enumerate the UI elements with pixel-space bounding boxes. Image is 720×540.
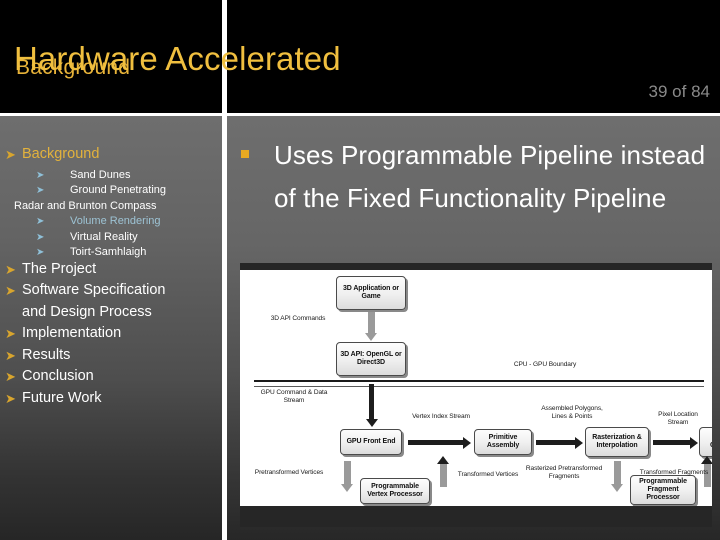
label-3d-api-commands: 3D API Commands [270, 315, 326, 322]
arrow-api-to-frontend [365, 384, 378, 427]
sidebar-item-label: Sand Dunes [70, 168, 131, 181]
sidebar-item-sand-dunes[interactable]: ➤ Sand Dunes [0, 168, 222, 183]
cpu-gpu-boundary-line [254, 380, 704, 387]
label-vertex-index-stream: Vertex Index Stream [412, 413, 470, 420]
arrow-into-fragment-processor [610, 461, 623, 492]
chevron-right-gold-icon: ➤ [5, 326, 16, 341]
chevron-right-gold-icon: ➤ [5, 390, 16, 406]
sidebar-item-label: Volume Rendering [70, 215, 161, 227]
sidebar-item-the-project[interactable]: ➤ The Project [0, 261, 222, 279]
node-programmable-fragment-processor: Programmable Fragment Processor [630, 475, 696, 505]
arrow-into-vertex-processor [340, 461, 353, 492]
sidebar-item-label: Background [22, 146, 100, 162]
sidebar-item-label: Software Specification [22, 282, 166, 298]
node-3d-api: 3D API: OpenGL or Direct3D [336, 342, 406, 376]
node-gpu-front-end: GPU Front End [340, 429, 402, 455]
label-pretransformed-vertices: Pretransformed Vertices [254, 469, 324, 476]
sidebar-item-radar-and-brunton-compass: Radar and Brunton Compass [0, 199, 222, 214]
node-programmable-vertex-processor: Programmable Vertex Processor [360, 478, 430, 504]
square-bullet-icon [241, 150, 249, 158]
sidebar-item-label: Future Work [22, 389, 102, 406]
slide-title: Hardware Accelerated [14, 40, 341, 77]
sidebar-item-implementation[interactable]: ➤ Implementation [0, 325, 222, 343]
figure-bottom-band [240, 506, 712, 527]
arrow-out-of-vertex-processor [436, 456, 449, 487]
chevron-right-blue-icon: ➤ [36, 247, 45, 258]
sidebar-item-label: Results [22, 346, 71, 363]
sidebar-item-ground-penetrating[interactable]: ➤ Ground Penetrating [0, 183, 222, 198]
chevron-right-gold-icon: ➤ [5, 283, 16, 298]
sidebar-item-software-specification[interactable]: ➤ Software Specification [0, 282, 222, 300]
gpu-pipeline-diagram-image: 3D Application or Game 3D API Commands 3… [240, 263, 712, 527]
sidebar-item-label: Radar and Brunton Compass [14, 199, 157, 212]
slide-body: Uses Programmable Pipeline instead of th… [227, 116, 720, 540]
sidebar-item-toirt-samhlaigh[interactable]: ➤ Toirt-Samhlaigh [0, 245, 222, 260]
sidebar-item-label: Toirt-Samhlaigh [70, 246, 147, 258]
sidebar-item-virtual-reality[interactable]: ➤ Virtual Reality [0, 230, 222, 245]
label-rasterized-fragments: Rasterized Pretransformed Fragments [525, 465, 603, 480]
label-cpu-gpu-boundary: CPU - GPU Boundary [513, 361, 577, 368]
chevron-right-blue-icon: ➤ [36, 216, 45, 227]
sidebar-item-label: Virtual Reality [70, 230, 138, 243]
sidebar-item-label: and Design Process [22, 303, 152, 320]
node-raster-operations: Raster Operations [699, 427, 712, 457]
sidebar-item-conclusion[interactable]: ➤ Conclusion [0, 368, 222, 386]
bullet-item: Uses Programmable Pipeline instead of th… [241, 134, 711, 220]
arrow-frontend-to-primitive [408, 436, 471, 449]
chevron-right-gold-icon: ➤ [5, 347, 16, 363]
label-pixel-location-stream: Pixel Location Stream [658, 411, 698, 426]
label-assembled-polygons: Assembled Polygons, Lines & Points [541, 405, 603, 420]
outline-navigation: ➤ Background ➤ Sand Dunes ➤ Ground Penetratin… [0, 116, 222, 540]
chevron-right-blue-icon: ➤ [36, 231, 45, 243]
label-transformed-vertices: Transformed Vertices [457, 471, 519, 478]
chevron-right-gold-icon: ➤ [5, 147, 16, 162]
sidebar-item-background[interactable]: ➤ Background [0, 146, 222, 164]
bullet-text: Uses Programmable Pipeline instead of th… [274, 140, 706, 213]
chevron-right-blue-icon: ➤ [36, 169, 45, 181]
sidebar-item-future-work[interactable]: ➤ Future Work [0, 390, 222, 408]
sidebar-item-and-design-process: and Design Process [0, 304, 222, 322]
arrow-primitive-to-raster [536, 436, 583, 449]
arrow-app-to-api [364, 312, 377, 341]
arrow-raster-to-rasterops [653, 436, 698, 449]
sidebar-item-label: The Project [22, 260, 97, 277]
figure-top-band [240, 263, 712, 270]
sidebar-item-volume-rendering[interactable]: ➤ Volume Rendering [0, 214, 222, 229]
chevron-right-gold-icon: ➤ [5, 369, 16, 384]
sidebar-item-results[interactable]: ➤ Results [0, 347, 222, 365]
sidebar-item-label: Ground Penetrating [70, 184, 167, 196]
chevron-right-blue-icon: ➤ [36, 185, 45, 196]
chevron-right-gold-icon: ➤ [5, 261, 16, 277]
label-gpu-command-stream: GPU Command & Data Stream [260, 389, 328, 404]
node-primitive-assembly: Primitive Assembly [474, 429, 532, 455]
sidebar-item-label: Conclusion [22, 368, 94, 384]
slide-canvas: Background Hardware Accelerated 39 of 84… [0, 0, 720, 540]
node-rasterization: Rasterization & Interpolation [585, 427, 649, 457]
slide-counter: 39 of 84 [648, 82, 710, 101]
node-application: 3D Application or Game [336, 276, 406, 310]
label-transformed-fragments: Transformed Fragments [639, 469, 709, 476]
sidebar-item-label: Implementation [22, 325, 122, 341]
